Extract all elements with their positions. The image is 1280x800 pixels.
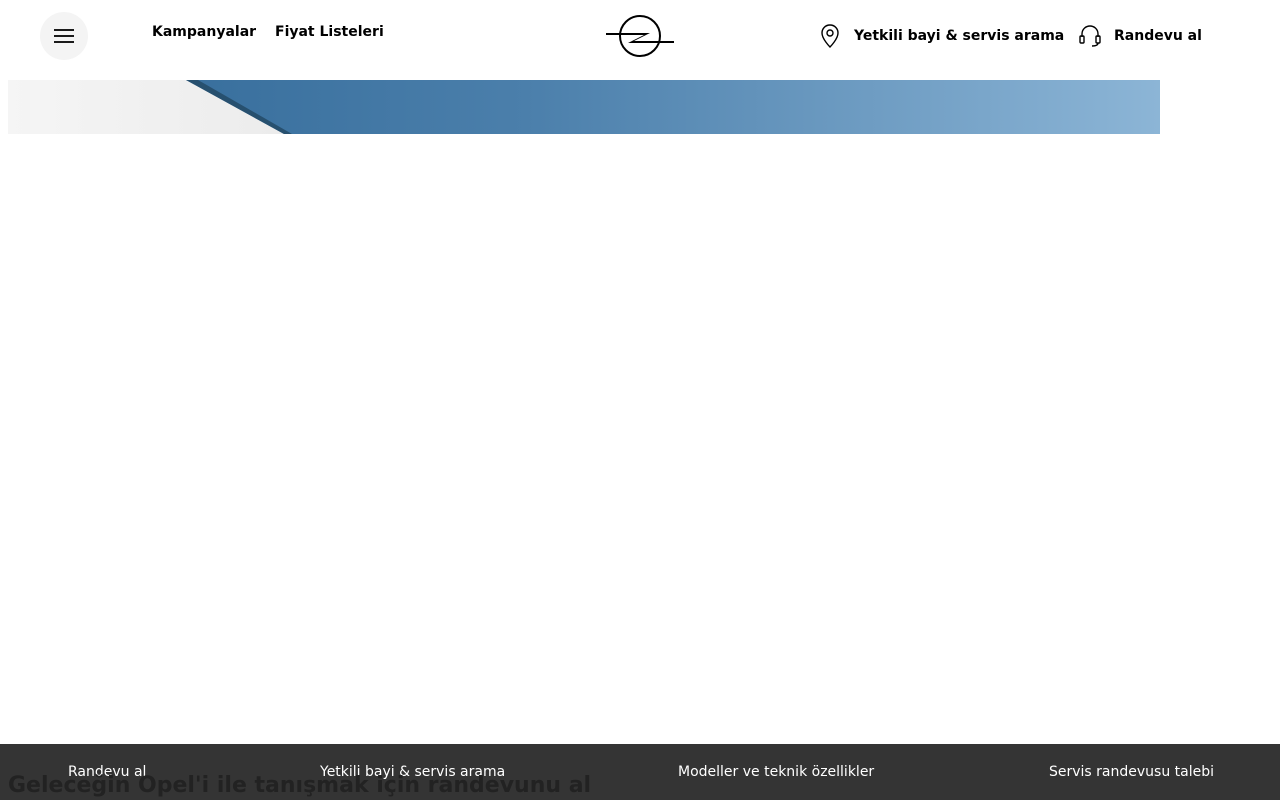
hero-banner-graphic <box>8 80 1160 134</box>
site-header: Kampanyalar Fiyat Listeleri Yetkili bayi… <box>0 0 1280 80</box>
dealer-search-label: Yetkili bayi & servis arama <box>854 28 1065 44</box>
nav-campaigns[interactable]: Kampanyalar <box>152 24 256 40</box>
hamburger-icon-bar <box>54 35 74 37</box>
headset-icon <box>1079 25 1101 47</box>
hamburger-icon <box>54 29 74 31</box>
bottom-link-service-appointment[interactable]: Servis randevusu talebi <box>1049 764 1214 780</box>
bottom-link-models[interactable]: Modeller ve teknik özellikler <box>678 764 874 780</box>
location-pin-icon <box>821 24 839 48</box>
opel-logo[interactable] <box>604 12 676 60</box>
hero-image <box>8 80 1160 134</box>
dealer-search-link[interactable]: Yetkili bayi & servis arama <box>818 22 1064 50</box>
appointment-label: Randevu al <box>1114 28 1202 44</box>
nav-price-lists[interactable]: Fiyat Listeleri <box>275 24 384 40</box>
menu-button[interactable] <box>40 12 88 60</box>
hero-title: Geleceğin Opel'i ile tanışmak için rande… <box>8 773 592 798</box>
hamburger-icon-bar <box>54 41 74 43</box>
appointment-link[interactable]: Randevu al <box>1078 22 1202 50</box>
